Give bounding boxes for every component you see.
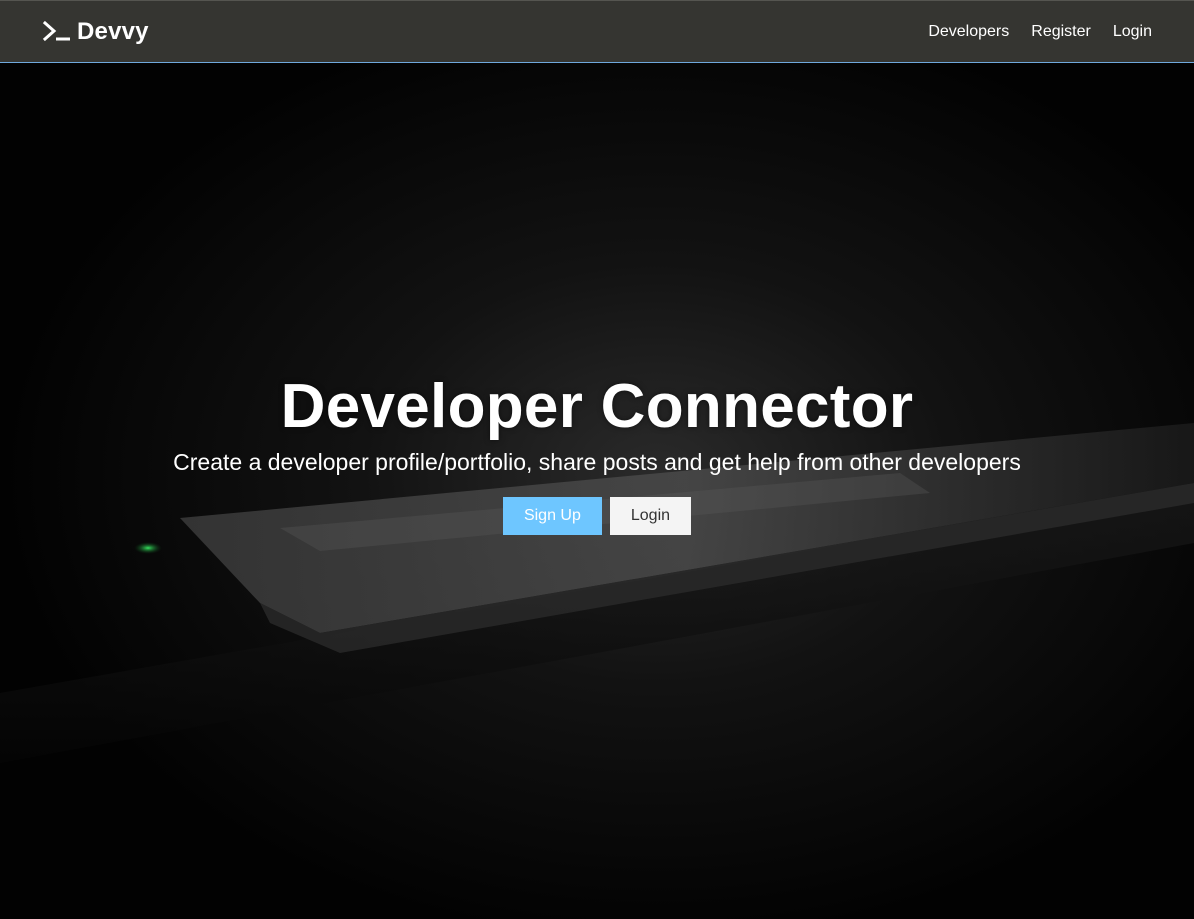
nav-link-register[interactable]: Register <box>1031 23 1091 41</box>
hero-content: Developer Connector Create a developer p… <box>0 367 1194 535</box>
hero-title: Developer Connector <box>280 372 914 441</box>
signup-button[interactable]: Sign Up <box>502 497 602 535</box>
hero-lead: Create a developer profile/portfolio, sh… <box>173 449 1021 475</box>
brand-link[interactable]: Devvy <box>42 18 149 46</box>
brand-name: Devvy <box>77 17 149 45</box>
nav-link-developers[interactable]: Developers <box>928 23 1009 41</box>
navbar: Devvy Developers Register Login <box>0 0 1194 63</box>
nav-link-login[interactable]: Login <box>1113 23 1152 41</box>
hero-buttons: Sign Up Login <box>0 497 1194 535</box>
login-button[interactable]: Login <box>609 497 692 535</box>
hero-section: Developer Connector Create a developer p… <box>0 63 1194 919</box>
terminal-icon <box>42 20 70 41</box>
nav-links: Developers Register Login <box>906 23 1152 41</box>
